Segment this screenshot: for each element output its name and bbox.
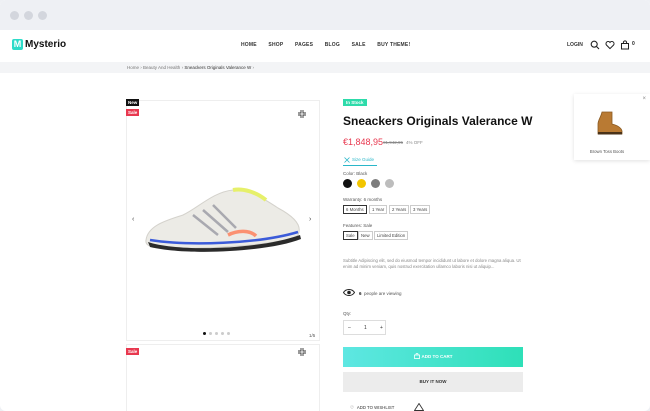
cart-icon[interactable] — [620, 40, 630, 50]
feature-option[interactable]: New — [358, 231, 373, 240]
wishlist-link[interactable]: ♡ ADD TO WISHLIST — [350, 405, 394, 411]
close-icon[interactable]: × — [642, 96, 646, 102]
gallery-dot[interactable] — [209, 332, 212, 335]
add-to-cart-label: ADD TO CART — [421, 354, 453, 359]
heart-icon[interactable] — [605, 40, 615, 50]
color-swatch-light-gray[interactable] — [385, 179, 394, 188]
breadcrumb: Home › Beauty And Health › Sneackers Ori… — [0, 62, 650, 73]
product-image — [145, 187, 301, 252]
nav-sale[interactable]: SALE — [352, 42, 366, 48]
gallery-dot[interactable] — [221, 332, 224, 335]
warranty-label: Warranty: 6 months — [343, 197, 383, 202]
warranty-option[interactable]: 1 Year — [369, 205, 388, 214]
nav-blog[interactable]: BLOG — [325, 42, 340, 48]
sale-badge: Sale — [126, 348, 140, 355]
site-header: M Mysterio HOME SHOP PAGES BLOG SALE BUY… — [0, 30, 650, 62]
prev-arrow-icon[interactable]: ‹ — [132, 216, 134, 223]
nav-home[interactable]: HOME — [241, 42, 257, 48]
gallery-dot[interactable] — [227, 332, 230, 335]
warranty-option[interactable]: 2 Years — [389, 205, 410, 214]
add-to-cart-button[interactable]: ADD TO CART — [343, 347, 523, 367]
nav-buy-theme[interactable]: BUY THEME! — [377, 42, 410, 48]
viewing-count: 6 — [359, 291, 362, 296]
features-label: Features: Sale — [343, 223, 373, 228]
sale-badge: Sale — [126, 109, 140, 116]
nav-pages[interactable]: PAGES — [295, 42, 313, 48]
viewing-text: people are viewing — [364, 291, 402, 296]
discount-label: 4% OFF — [406, 140, 423, 145]
cart-count: 0 — [632, 41, 635, 47]
main-nav: HOME SHOP PAGES BLOG SALE BUY THEME! — [241, 42, 420, 48]
color-swatch-black[interactable] — [343, 179, 352, 188]
compare-icon[interactable] — [414, 403, 424, 411]
qty-label: Qty: — [343, 311, 352, 316]
logo-icon[interactable]: M — [12, 39, 23, 50]
size-guide-link[interactable]: Size Guide — [352, 157, 374, 162]
recently-viewed-popup[interactable]: × Brown Toss Boots — [574, 94, 650, 160]
ruler-icon — [344, 157, 350, 163]
breadcrumb-current: Sneackers Originals Valerance W — [184, 65, 252, 70]
quantity-stepper: – 1 + — [343, 320, 386, 335]
window-dot[interactable] — [38, 11, 47, 20]
next-arrow-icon[interactable]: › — [309, 216, 311, 223]
color-label: Color: Black — [343, 171, 368, 176]
gallery-dot[interactable] — [215, 332, 218, 335]
color-swatch-gray[interactable] — [371, 179, 380, 188]
boot-image — [597, 111, 623, 135]
breadcrumb-separator: › — [252, 65, 255, 70]
popup-product-name[interactable]: Brown Toss Boots — [574, 149, 640, 154]
gallery-dots — [203, 322, 233, 340]
old-price: €1,942,95 — [383, 140, 404, 145]
viewing-status: 6 people are viewing — [359, 291, 402, 296]
warranty-option[interactable]: 6 Months — [343, 205, 367, 214]
feature-option[interactable]: Limited Edition — [374, 231, 409, 240]
warranty-option[interactable]: 3 Years — [410, 205, 431, 214]
feature-option[interactable]: Sale — [343, 231, 358, 240]
logo-text[interactable]: Mysterio — [25, 39, 66, 50]
window-dot[interactable] — [24, 11, 33, 20]
window-dot[interactable] — [10, 11, 19, 20]
buy-now-button[interactable]: BUY IT NOW — [343, 372, 523, 392]
qty-minus-button[interactable]: – — [348, 325, 351, 331]
new-badge: New — [126, 99, 140, 106]
gallery-counter: 1/5 — [309, 333, 316, 338]
product-description: Subtitle Adipiscing elit, sed do eiusmod… — [343, 258, 521, 269]
browser-window: M Mysterio HOME SHOP PAGES BLOG SALE BUY… — [0, 0, 650, 411]
eye-icon — [343, 289, 355, 296]
search-icon[interactable] — [590, 40, 600, 50]
login-link[interactable]: LOGIN — [567, 42, 583, 48]
qty-plus-button[interactable]: + — [380, 325, 383, 331]
stock-badge: In Stock — [343, 99, 367, 106]
nav-shop[interactable]: SHOP — [268, 42, 283, 48]
wishlist-label: ADD TO WISHLIST — [356, 405, 395, 410]
qty-value[interactable]: 1 — [364, 325, 367, 331]
divider — [343, 165, 377, 166]
product-title: Sneackers Originals Valerance W — [343, 114, 533, 128]
bag-icon — [413, 353, 420, 359]
gallery-dot[interactable] — [203, 332, 206, 335]
product-price: €1,848,95 — [343, 137, 384, 147]
title-bar — [0, 0, 650, 30]
expand-icon[interactable] — [298, 110, 306, 118]
expand-icon[interactable] — [298, 348, 306, 356]
breadcrumb-category[interactable]: Beauty And Health — [143, 65, 180, 70]
product-gallery-secondary[interactable] — [126, 344, 320, 411]
color-swatch-yellow[interactable] — [357, 179, 366, 188]
heart-icon: ♡ — [350, 405, 354, 410]
breadcrumb-home[interactable]: Home — [127, 65, 139, 70]
